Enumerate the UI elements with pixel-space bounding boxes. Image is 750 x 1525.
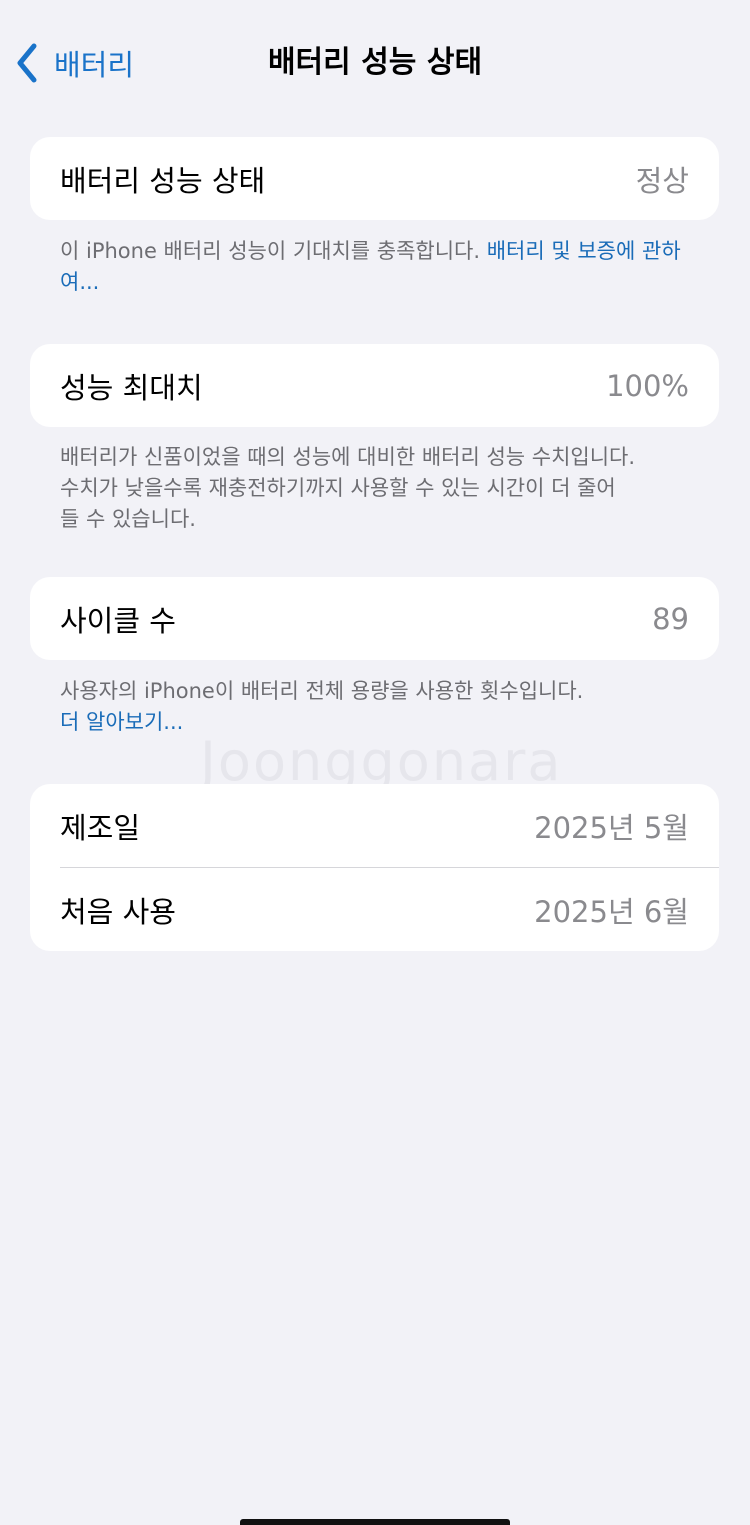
page-title: 배터리 성능 상태 [267, 45, 483, 80]
battery-health-footnote-text: 이 iPhone 배터리 성능이 기대치를 충족합니다. [60, 239, 487, 263]
cycle-count-footnote: 사용자의 iPhone이 배터리 전체 용량을 사용한 횟수입니다. 더 알아보… [60, 676, 700, 738]
cycle-count-value: 89 [652, 601, 689, 636]
maximum-capacity-label: 성능 최대치 [60, 370, 203, 405]
maximum-capacity-card: 성능 최대치 100% [30, 344, 719, 427]
first-use-value: 2025년 6월 [534, 894, 689, 929]
first-use-label: 처음 사용 [60, 894, 176, 929]
learn-more-link[interactable]: 더 알아보기... [60, 707, 700, 738]
dates-card: 제조일 2025년 5월 처음 사용 2025년 6월 [30, 784, 719, 951]
cycle-count-footnote-text: 사용자의 iPhone이 배터리 전체 용량을 사용한 횟수입니다. [60, 679, 584, 703]
manufacture-date-label: 제조일 [60, 810, 141, 845]
capacity-footnote-line: 들 수 있습니다. [60, 507, 196, 531]
battery-health-row: 배터리 성능 상태 정상 [30, 137, 719, 220]
battery-health-card: 배터리 성능 상태 정상 [30, 137, 719, 220]
capacity-footnote-line: 배터리가 신품이었을 때의 성능에 대비한 배터리 성능 수치입니다. [60, 445, 636, 469]
cycle-count-row: 사이클 수 89 [30, 577, 719, 660]
manufacture-date-row: 제조일 2025년 5월 [30, 784, 719, 867]
battery-health-value: 정상 [635, 163, 689, 198]
cycle-count-card: 사이클 수 89 [30, 577, 719, 660]
first-use-row: 처음 사용 2025년 6월 [30, 868, 719, 951]
maximum-capacity-footnote: 배터리가 신품이었을 때의 성능에 대비한 배터리 성능 수치입니다. 수치가 … [60, 442, 700, 535]
home-indicator[interactable] [240, 1519, 510, 1525]
battery-health-footnote: 이 iPhone 배터리 성능이 기대치를 충족합니다. 배터리 및 보증에 관… [60, 236, 700, 298]
navigation-bar: 배터리 배터리 성능 상태 [0, 0, 750, 125]
capacity-footnote-line: 수치가 낮을수록 재충전하기까지 사용할 수 있는 시간이 더 줄어 [60, 476, 616, 500]
cycle-count-label: 사이클 수 [60, 603, 176, 638]
maximum-capacity-value: 100% [606, 368, 689, 403]
manufacture-date-value: 2025년 5월 [534, 810, 689, 845]
maximum-capacity-row: 성능 최대치 100% [30, 344, 719, 427]
battery-health-label: 배터리 성능 상태 [60, 163, 266, 198]
